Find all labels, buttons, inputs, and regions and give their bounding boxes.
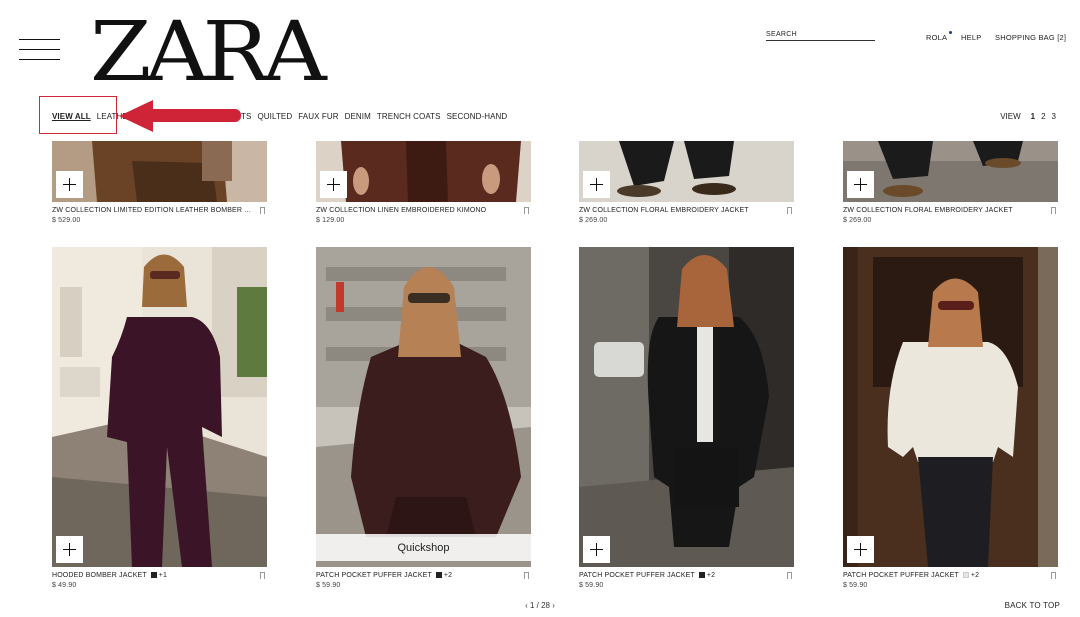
product-card[interactable]: Quickshop PATCH POCKET PUFFER JACKET +2 $ …: [316, 247, 531, 591]
add-to-bag-button[interactable]: [583, 536, 610, 563]
bookmark-icon[interactable]: [524, 572, 529, 579]
category-denim[interactable]: DENIM: [345, 112, 371, 121]
page-indicator: 1 / 28: [529, 601, 550, 610]
product-card[interactable]: HOODED BOMBER JACKET +1 $ 49.90: [52, 247, 267, 591]
color-swatch-icon[interactable]: [962, 572, 969, 578]
product-image[interactable]: [579, 141, 794, 202]
product-card[interactable]: ZW COLLECTION FLORAL EMBROIDERY JACKET $ …: [579, 141, 794, 226]
more-colors-count: +1: [158, 572, 168, 579]
product-price: $ 59.90: [579, 582, 604, 589]
add-to-bag-button[interactable]: [320, 171, 347, 198]
view-label: VIEW: [1000, 112, 1021, 121]
product-image[interactable]: [843, 247, 1058, 567]
product-image[interactable]: [579, 247, 794, 567]
product-card[interactable]: ZW COLLECTION LINEN EMBROIDERED KIMONO $ …: [316, 141, 531, 226]
add-to-bag-button[interactable]: [583, 171, 610, 198]
search-input[interactable]: SEARCH: [766, 31, 875, 41]
bookmark-icon[interactable]: [787, 207, 792, 214]
next-page-button[interactable]: ›: [552, 601, 555, 610]
product-name[interactable]: HOODED BOMBER JACKET +1: [52, 571, 252, 581]
zara-logo[interactable]: ZARA: [90, 12, 327, 94]
more-colors-count: +2: [443, 572, 453, 579]
product-image[interactable]: [52, 247, 267, 567]
shopping-bag-link[interactable]: SHOPPING BAG [2]: [995, 33, 1066, 42]
category-trench-coats[interactable]: TRENCH COATS: [377, 112, 441, 121]
more-colors-count: +2: [970, 572, 980, 579]
color-swatch-icon[interactable]: [698, 572, 705, 578]
product-price: $ 269.00: [843, 217, 872, 224]
add-to-bag-button[interactable]: [56, 171, 83, 198]
product-name[interactable]: ZW COLLECTION FLORAL EMBROIDERY JACKET: [579, 206, 779, 216]
product-name[interactable]: PATCH POCKET PUFFER JACKET +2: [843, 571, 1043, 581]
pagination: ‹ 1 / 28 ›: [0, 601, 1080, 610]
account-link[interactable]: ROLA: [926, 31, 953, 42]
more-colors-count: +2: [706, 572, 716, 579]
product-card[interactable]: ZW COLLECTION FLORAL EMBROIDERY JACKET $ …: [843, 141, 1058, 226]
back-to-top-link[interactable]: BACK TO TOP: [1005, 601, 1060, 610]
view-selector: VIEW 1 2 3: [1000, 112, 1056, 121]
bookmark-icon[interactable]: [260, 207, 265, 214]
product-price: $ 59.90: [843, 582, 868, 589]
product-price: $ 129.00: [316, 217, 345, 224]
product-name[interactable]: PATCH POCKET PUFFER JACKET +2: [579, 571, 779, 581]
product-image[interactable]: [52, 141, 267, 202]
bookmark-icon[interactable]: [1051, 572, 1056, 579]
bookmark-icon[interactable]: [1051, 207, 1056, 214]
product-price: $ 269.00: [579, 217, 608, 224]
bookmark-icon[interactable]: [787, 572, 792, 579]
product-card[interactable]: ZW COLLECTION LIMITED EDITION LEATHER BO…: [52, 141, 267, 226]
add-to-bag-button[interactable]: [56, 536, 83, 563]
notification-dot-icon: [949, 31, 953, 34]
color-swatch-icon[interactable]: [150, 572, 157, 578]
product-name[interactable]: ZW COLLECTION FLORAL EMBROIDERY JACKET: [843, 206, 1043, 216]
view-option-1[interactable]: 1: [1031, 112, 1035, 121]
product-name[interactable]: ZW COLLECTION LINEN EMBROIDERED KIMONO: [316, 206, 516, 216]
product-price: $ 59.90: [316, 582, 341, 589]
product-price: $ 529.00: [52, 217, 81, 224]
menu-icon[interactable]: [19, 38, 60, 62]
category-quilted[interactable]: QUILTED: [257, 112, 292, 121]
category-view-all[interactable]: VIEW ALL: [52, 112, 91, 121]
annotation-arrow-icon: [119, 100, 241, 132]
quickshop-button[interactable]: Quickshop: [316, 534, 531, 561]
bookmark-icon[interactable]: [524, 207, 529, 214]
product-card[interactable]: PATCH POCKET PUFFER JACKET +2 $ 59.90: [579, 247, 794, 591]
bookmark-icon[interactable]: [260, 572, 265, 579]
prev-page-button[interactable]: ‹: [525, 601, 528, 610]
view-option-3[interactable]: 3: [1052, 112, 1056, 121]
product-image[interactable]: [316, 141, 531, 202]
category-second-hand[interactable]: SECOND-HAND: [447, 112, 508, 121]
category-faux-fur[interactable]: FAUX FUR: [298, 112, 338, 121]
product-name[interactable]: ZW COLLECTION LIMITED EDITION LEATHER BO…: [52, 206, 252, 216]
product-name[interactable]: PATCH POCKET PUFFER JACKET +2: [316, 571, 516, 581]
account-label: ROLA: [926, 33, 948, 42]
view-option-2[interactable]: 2: [1041, 112, 1045, 121]
add-to-bag-button[interactable]: [847, 536, 874, 563]
color-swatch-icon[interactable]: [435, 572, 442, 578]
help-link[interactable]: HELP: [961, 33, 981, 42]
product-image[interactable]: [843, 141, 1058, 202]
add-to-bag-button[interactable]: [847, 171, 874, 198]
product-price: $ 49.90: [52, 582, 77, 589]
product-card[interactable]: PATCH POCKET PUFFER JACKET +2 $ 59.90: [843, 247, 1058, 591]
product-image[interactable]: Quickshop: [316, 247, 531, 567]
